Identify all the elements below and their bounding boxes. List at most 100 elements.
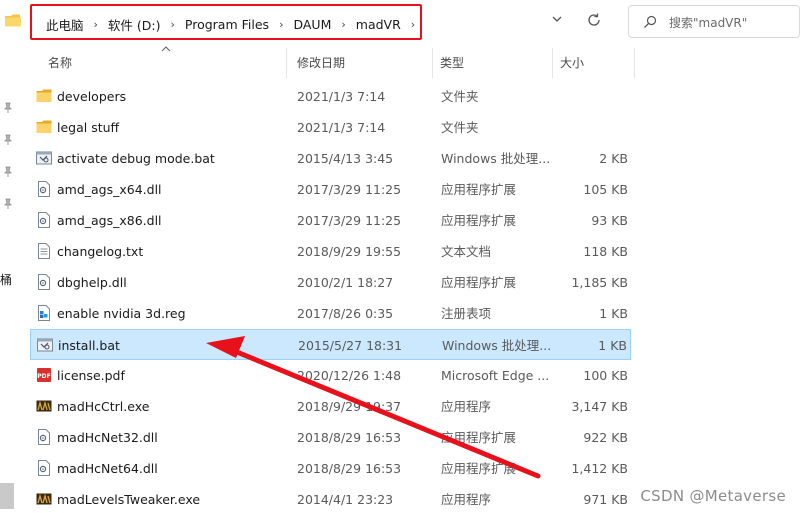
batch-file-icon bbox=[36, 150, 52, 166]
file-type: 应用程序 bbox=[441, 399, 492, 414]
chevron-right-icon[interactable]: › bbox=[279, 18, 283, 31]
file-modified-date: 2018/8/29 16:53 bbox=[297, 461, 402, 476]
file-name: dbghelp.dll bbox=[57, 275, 127, 290]
file-name: activate debug mode.bat bbox=[57, 151, 215, 166]
file-size: 3,147 KB bbox=[571, 399, 628, 414]
chevron-right-icon[interactable]: › bbox=[171, 18, 175, 31]
file-modified-date: 2018/9/29 19:55 bbox=[297, 244, 402, 259]
pin-icon[interactable] bbox=[2, 198, 14, 210]
file-row[interactable]: install.bat 2015/5/27 18:31 Windows 批处理...… bbox=[30, 329, 631, 360]
file-row[interactable]: legal stuff 2021/1/3 7:14 文件夹 bbox=[30, 112, 631, 143]
file-row[interactable]: madHcCtrl.exe 2018/9/29 19:37 应用程序 3,147 KB bbox=[30, 391, 631, 422]
file-type: 文本文档 bbox=[441, 244, 492, 259]
file-row[interactable]: PDF license.pdf 2020/12/26 1:48 Microsoft E… bbox=[30, 360, 631, 391]
breadcrumb-drive-d[interactable]: 软件 (D:) bbox=[108, 15, 161, 34]
file-modified-date: 2017/3/29 11:25 bbox=[297, 182, 402, 197]
file-name: madHcNet64.dll bbox=[57, 461, 158, 476]
file-type: Windows 批处理... bbox=[441, 151, 551, 166]
pin-icon[interactable] bbox=[2, 134, 14, 146]
watermark: CSDN @Metaverse bbox=[640, 487, 786, 505]
file-row[interactable]: developers 2021/1/3 7:14 文件夹 bbox=[30, 81, 631, 112]
dll-file-icon bbox=[36, 429, 52, 445]
file-row[interactable]: activate debug mode.bat 2015/4/13 3:45 Win… bbox=[30, 143, 631, 174]
file-modified-date: 2021/1/3 7:14 bbox=[297, 120, 386, 135]
file-size: 971 KB bbox=[583, 492, 628, 507]
file-type: 应用程序扩展 bbox=[441, 461, 517, 476]
file-row[interactable]: amd_ags_x86.dll 2017/3/29 11:25 应用程序扩展 93 K… bbox=[30, 205, 631, 236]
folder-icon bbox=[36, 88, 52, 104]
file-type: 应用程序扩展 bbox=[441, 182, 517, 197]
file-modified-date: 2014/4/1 23:23 bbox=[297, 492, 394, 507]
column-header-size[interactable]: 大小 bbox=[542, 48, 632, 78]
chevron-right-icon[interactable]: › bbox=[94, 18, 98, 31]
file-row[interactable]: madHcNet32.dll 2018/8/29 16:53 应用程序扩展 922 K… bbox=[30, 422, 631, 453]
column-header-name[interactable]: 名称 bbox=[30, 48, 286, 78]
madvr-app-icon bbox=[36, 491, 52, 507]
pin-icon[interactable] bbox=[2, 166, 14, 178]
file-name: madHcNet32.dll bbox=[57, 430, 158, 445]
scrollbar-thumb[interactable] bbox=[0, 483, 14, 509]
breadcrumb: 此电脑 › 软件 (D:) › Program Files › DAUM › m… bbox=[46, 15, 425, 34]
column-header-date[interactable]: 修改日期 bbox=[279, 48, 425, 78]
file-modified-date: 2018/9/29 19:37 bbox=[297, 399, 402, 414]
file-row[interactable]: dbghelp.dll 2010/2/1 18:27 应用程序扩展 1,185 KB bbox=[30, 267, 631, 298]
column-divider[interactable] bbox=[634, 48, 635, 78]
chevron-down-icon[interactable] bbox=[550, 12, 564, 26]
file-modified-date: 2021/1/3 7:14 bbox=[297, 89, 386, 104]
folder-icon bbox=[36, 119, 52, 135]
registry-file-icon bbox=[36, 305, 52, 321]
file-size: 922 KB bbox=[583, 430, 628, 445]
file-size: 2 KB bbox=[599, 151, 628, 166]
file-type: Microsoft Edge ... bbox=[441, 368, 550, 383]
file-type: 应用程序扩展 bbox=[441, 275, 517, 290]
breadcrumb-madvr[interactable]: madVR bbox=[356, 17, 401, 32]
pdf-file-icon: PDF bbox=[36, 367, 52, 383]
file-name: install.bat bbox=[58, 338, 120, 353]
breadcrumb-daum[interactable]: DAUM bbox=[293, 17, 331, 32]
file-name: legal stuff bbox=[57, 120, 120, 135]
chevron-right-icon[interactable]: › bbox=[341, 18, 345, 31]
folder-icon bbox=[5, 14, 21, 27]
file-type: 应用程序 bbox=[441, 492, 492, 507]
file-row[interactable]: enable nvidia 3d.reg 2017/8/26 0:35 注册表项 1 … bbox=[30, 298, 631, 329]
file-modified-date: 2017/8/26 0:35 bbox=[297, 306, 394, 321]
file-size: 1 KB bbox=[598, 338, 627, 353]
file-size: 100 KB bbox=[583, 368, 628, 383]
file-row[interactable]: madHcNet64.dll 2018/8/29 16:53 应用程序扩展 1,412… bbox=[30, 453, 631, 484]
file-row[interactable]: changelog.txt 2018/9/29 19:55 文本文档 118 KB bbox=[30, 236, 631, 267]
file-name: amd_ags_x86.dll bbox=[57, 213, 162, 228]
navigation-pane: 桶 bbox=[0, 44, 18, 513]
file-type: Windows 批处理... bbox=[442, 338, 552, 353]
file-name: changelog.txt bbox=[57, 244, 144, 259]
file-size: 1 KB bbox=[599, 306, 628, 321]
file-row[interactable]: amd_ags_x64.dll 2017/3/29 11:25 应用程序扩展 105 … bbox=[30, 174, 631, 205]
text-file-icon bbox=[36, 243, 52, 259]
file-type: 应用程序扩展 bbox=[441, 213, 517, 228]
column-headers: 名称 修改日期 类型 大小 bbox=[30, 46, 636, 78]
refresh-icon[interactable] bbox=[586, 12, 602, 28]
file-row[interactable]: madLevelsTweaker.exe 2014/4/1 23:23 应用程序 97… bbox=[30, 484, 631, 513]
chevron-right-icon[interactable]: › bbox=[411, 18, 415, 31]
dll-file-icon bbox=[36, 274, 52, 290]
file-list: developers 2021/1/3 7:14 文件夹 legal stuff 202… bbox=[30, 81, 636, 513]
dll-file-icon bbox=[36, 181, 52, 197]
file-type: 应用程序扩展 bbox=[441, 430, 517, 445]
file-name: amd_ags_x64.dll bbox=[57, 182, 162, 197]
file-modified-date: 2020/12/26 1:48 bbox=[297, 368, 402, 383]
search-input[interactable]: 搜索"madVR" bbox=[628, 5, 800, 38]
column-header-type[interactable]: 类型 bbox=[422, 48, 544, 78]
nav-item-label[interactable]: 桶 bbox=[0, 271, 12, 288]
file-name: developers bbox=[57, 89, 127, 104]
pin-icon[interactable] bbox=[2, 102, 14, 114]
breadcrumb-program-files[interactable]: Program Files bbox=[185, 17, 269, 32]
file-name: madHcCtrl.exe bbox=[57, 399, 150, 414]
breadcrumb-this-pc[interactable]: 此电脑 bbox=[46, 15, 84, 34]
madvr-app-icon bbox=[36, 398, 52, 414]
file-type: 文件夹 bbox=[441, 120, 479, 135]
file-size: 105 KB bbox=[583, 182, 628, 197]
file-modified-date: 2015/4/13 3:45 bbox=[297, 151, 394, 166]
file-modified-date: 2017/3/29 11:25 bbox=[297, 213, 402, 228]
address-bar[interactable]: 此电脑 › 软件 (D:) › Program Files › DAUM › m… bbox=[30, 4, 422, 40]
svg-text:PDF: PDF bbox=[37, 373, 50, 380]
file-type: 文件夹 bbox=[441, 89, 479, 104]
